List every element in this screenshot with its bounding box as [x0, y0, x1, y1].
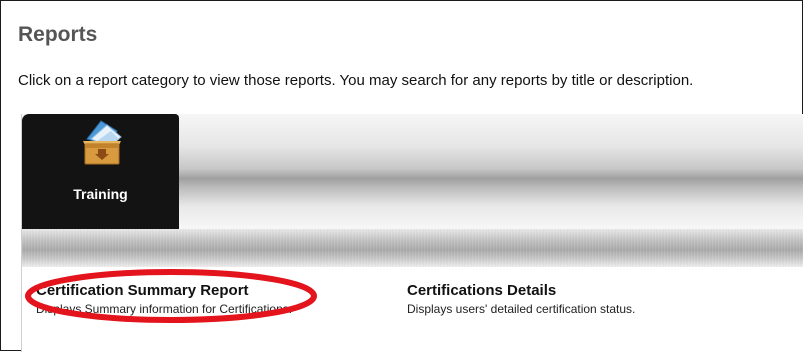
report-description: Displays Summary information for Certifi… — [36, 302, 293, 316]
report-item-certifications-details[interactable]: Certifications Details Displays users' d… — [407, 282, 635, 316]
report-title-link[interactable]: Certifications Details — [407, 282, 635, 299]
tab-training[interactable]: Training — [22, 114, 179, 229]
category-divider-strip — [22, 229, 803, 267]
report-panel: Training Certification Summary Report Di… — [21, 114, 803, 352]
category-tab-bar: Training — [22, 114, 803, 229]
training-box-icon — [83, 120, 122, 165]
report-description: Displays users' detailed certification s… — [407, 302, 636, 316]
page-title: Reports — [18, 23, 98, 46]
intro-text: Click on a report category to view those… — [18, 72, 694, 89]
report-title-link[interactable]: Certification Summary Report — [36, 282, 292, 299]
tab-training-label: Training — [73, 186, 128, 202]
reports-window: Reports Click on a report category to vi… — [0, 0, 803, 352]
report-item-certification-summary[interactable]: Certification Summary Report Displays Su… — [36, 282, 292, 316]
